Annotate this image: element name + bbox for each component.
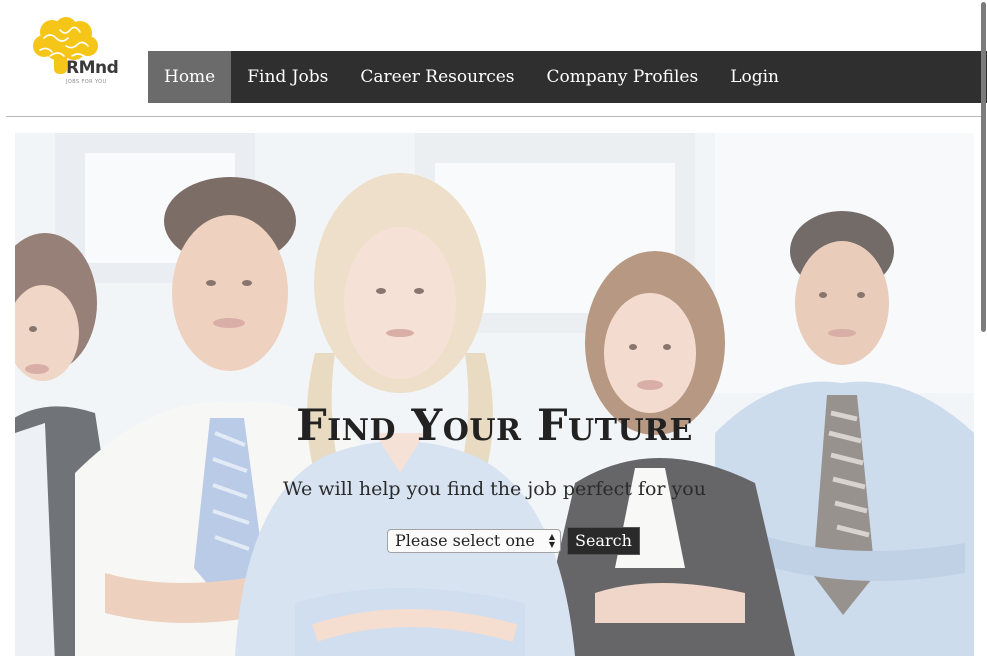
- scrollbar-thumb[interactable]: [981, 2, 986, 332]
- logo[interactable]: RMnd JOBS FOR YOU: [30, 16, 130, 92]
- nav-find-jobs[interactable]: Find Jobs: [231, 51, 344, 103]
- nav-home[interactable]: Home: [148, 51, 232, 103]
- hero-title: Find Your Future: [296, 401, 693, 451]
- page-scrollbar[interactable]: [980, 0, 987, 656]
- brand-name: RMnd: [66, 58, 119, 78]
- nav-career-resources[interactable]: Career Resources: [344, 51, 530, 103]
- main-navigation: Home Find Jobs Career Resources Company …: [148, 51, 987, 103]
- hero-banner: Find Your Future We will help you find t…: [15, 133, 974, 656]
- job-search-form: Please select one ▲ ▼ Search: [387, 527, 640, 555]
- hero-overlay: [15, 133, 974, 656]
- category-select[interactable]: Please select one ▲ ▼: [387, 529, 561, 553]
- job-portal-page: RMnd JOBS FOR YOU Home Find Jobs Career …: [0, 0, 987, 656]
- nav-login[interactable]: Login: [714, 51, 795, 103]
- search-button[interactable]: Search: [567, 527, 640, 555]
- select-arrows-icon: ▲ ▼: [548, 532, 555, 549]
- category-select-value: Please select one: [395, 531, 535, 550]
- nav-company-profiles[interactable]: Company Profiles: [531, 51, 715, 103]
- header-divider: [6, 116, 981, 117]
- brand-tagline: JOBS FOR YOU: [66, 79, 107, 85]
- hero-subtitle: We will help you find the job perfect fo…: [283, 478, 706, 500]
